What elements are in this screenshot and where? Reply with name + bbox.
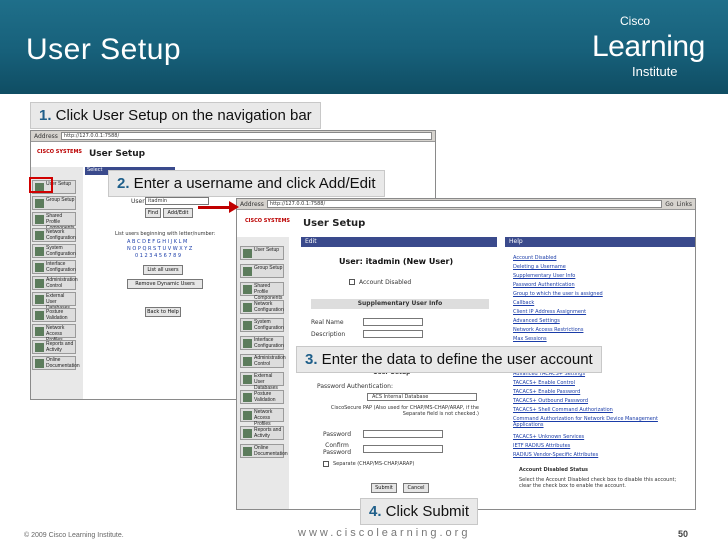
admin-icon (35, 279, 44, 288)
logo-learning: Learning (592, 30, 705, 63)
cancel-button[interactable]: Cancel (403, 483, 429, 493)
shared-profile-icon (35, 215, 44, 224)
cisco-header-front: CISCO SYSTEMS User Setup (245, 218, 366, 229)
password-auth-select[interactable]: ACS Internal Database (367, 393, 477, 401)
posture-icon (243, 393, 252, 402)
step-2-callout: 2. Enter a username and click Add/Edit (108, 170, 385, 197)
footer-copyright: © 2009 Cisco Learning Institute. (24, 532, 124, 539)
database-icon (243, 375, 252, 384)
nav2-nap[interactable]: Network Access Profiles (240, 408, 284, 427)
reports-icon (243, 429, 252, 438)
submit-button[interactable]: Submit (371, 483, 397, 493)
access-profiles-icon (243, 411, 252, 420)
remove-dynamic-users-button[interactable]: Remove Dynamic Users (127, 279, 203, 289)
network-icon (243, 303, 252, 312)
logo-institute: Institute (632, 64, 678, 79)
red-arrow (198, 201, 239, 213)
add-edit-button-back[interactable]: Add/Edit (163, 208, 193, 218)
nav-interface-config[interactable]: Interface Configuration (32, 260, 76, 274)
user-setup-icon (243, 249, 252, 258)
confirm-password-input[interactable] (363, 445, 443, 453)
account-disabled-checkbox[interactable] (349, 279, 355, 285)
nav2-external-db[interactable]: External User Databases (240, 372, 284, 391)
address-input-front[interactable]: http://127.0.0.1:7588/ (266, 200, 663, 208)
system-icon (243, 321, 252, 330)
links-button[interactable]: Links (677, 201, 692, 208)
real-name-input[interactable] (363, 318, 423, 326)
user-input-back[interactable]: itadmin (145, 197, 209, 205)
interface-icon (35, 263, 44, 272)
user-title: User: itadmin (New User) (339, 257, 454, 266)
go-button[interactable]: Go (665, 201, 673, 208)
nav2-reports[interactable]: Reports and Activity (240, 426, 284, 440)
step-1-callout: 1. Click User Setup on the navigation ba… (30, 102, 321, 129)
network-icon (35, 231, 44, 240)
address-bar: Address http://127.0.0.1:7588/ (31, 131, 435, 142)
help-header: Help (505, 237, 695, 247)
logo-cisco: Cisco (620, 14, 651, 28)
step-4-callout: 4. Click Submit (360, 498, 479, 525)
nav2-system-config[interactable]: System Configuration (240, 318, 284, 332)
description-input[interactable] (363, 330, 423, 338)
page-number: 50 (678, 529, 689, 539)
list-all-users-button[interactable]: List all users (143, 265, 183, 275)
separate-checkbox[interactable] (323, 461, 329, 467)
nav2-posture[interactable]: Posture Validation (240, 390, 284, 404)
interface-icon (243, 339, 252, 348)
nav-external-db[interactable]: External User Databases (32, 292, 76, 311)
nav-reports[interactable]: Reports and Activity (32, 340, 76, 354)
database-icon (35, 295, 44, 304)
group-setup-icon (35, 199, 44, 208)
nav2-group-setup[interactable]: Group Setup (240, 264, 284, 278)
cisco-header: CISCO SYSTEMS User Setup (31, 143, 435, 167)
nav-admin-control[interactable]: Administration Control (32, 276, 78, 290)
address-bar-front: Address http://127.0.0.1:7588/ Go Links (237, 199, 695, 210)
nav-nap[interactable]: Network Access Profiles (32, 324, 76, 343)
posture-icon (35, 311, 44, 320)
admin-icon (243, 357, 252, 366)
nav-system-config[interactable]: System Configuration (32, 244, 76, 258)
back-to-help-button[interactable]: Back to Help (145, 307, 181, 317)
nav-shared-profile[interactable]: Shared Profile Components (32, 212, 76, 231)
edit-header: Edit (301, 237, 497, 247)
nav2-interface-config[interactable]: Interface Configuration (240, 336, 284, 350)
nav-network-config[interactable]: Network Configuration (32, 228, 76, 242)
nav2-network-config[interactable]: Network Configuration (240, 300, 284, 314)
nav2-docs[interactable]: Online Documentation (240, 444, 288, 458)
nav2-admin-control[interactable]: Administration Control (240, 354, 286, 368)
supplementary-header: Supplementary User Info (311, 299, 489, 309)
password-input[interactable] (363, 430, 443, 438)
acct-status-title: Account Disabled Status (519, 467, 588, 473)
shared-profile-icon (243, 285, 252, 294)
user-setup-highlight (29, 177, 53, 193)
docs-icon (243, 447, 252, 456)
slide-title: User Setup (26, 33, 182, 66)
find-button[interactable]: Find (145, 208, 161, 218)
address-input[interactable]: http://127.0.0.1:7588/ (60, 132, 432, 140)
nav-docs[interactable]: Online Documentation (32, 356, 80, 370)
nav-group-setup[interactable]: Group Setup (32, 196, 76, 210)
system-icon (35, 247, 44, 256)
access-profiles-icon (35, 327, 44, 336)
footer-url: www.ciscolearning.org (298, 527, 471, 539)
nav2-shared-profile[interactable]: Shared Profile Components (240, 282, 284, 301)
nav-posture[interactable]: Posture Validation (32, 308, 76, 322)
cisco-learning-logo: Cisco Learning Institute (588, 6, 724, 84)
reports-icon (35, 343, 44, 352)
nav2-user-setup[interactable]: User Setup (240, 246, 284, 260)
docs-icon (35, 359, 44, 368)
acct-status-text: Select the Account Disabled check box to… (519, 477, 677, 489)
group-setup-icon (243, 267, 252, 276)
step-3-callout: 3. Enter the data to define the user acc… (296, 346, 602, 373)
